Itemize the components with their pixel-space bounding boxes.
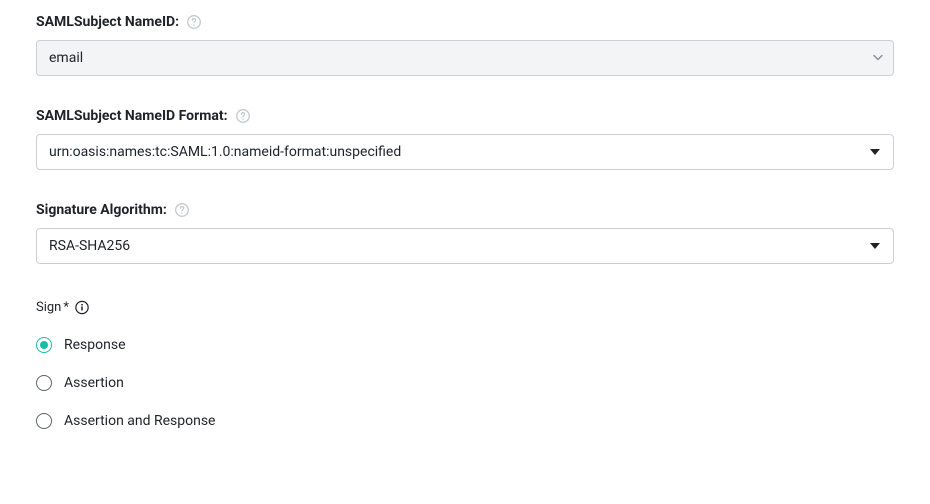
select-control: urn:oasis:names:tc:SAML:1.0:nameid-forma… — [36, 134, 894, 170]
label-row: SAMLSubject NameID: — [36, 14, 894, 30]
field-sign: Sign* Response Assertion Assertion and R… — [36, 300, 894, 429]
radio-option-assertion-and-response[interactable]: Assertion and Response — [36, 413, 894, 429]
nameid-label: SAMLSubject NameID: — [36, 14, 179, 30]
required-asterisk: * — [63, 300, 69, 315]
select-control: RSA-SHA256 — [36, 228, 894, 264]
help-icon[interactable] — [175, 203, 189, 217]
help-icon[interactable] — [187, 15, 201, 29]
field-nameid-format: SAMLSubject NameID Format: urn:oasis:nam… — [36, 108, 894, 170]
nameid-select[interactable]: email — [36, 40, 894, 76]
nameid-format-value: urn:oasis:names:tc:SAML:1.0:nameid-forma… — [49, 144, 401, 160]
select-control: email — [36, 40, 894, 76]
info-icon[interactable] — [75, 301, 89, 315]
help-icon[interactable] — [236, 109, 250, 123]
sign-label: Sign* — [36, 300, 69, 315]
nameid-format-label: SAMLSubject NameID Format: — [36, 108, 228, 124]
radio-label: Assertion and Response — [64, 413, 215, 429]
field-signature-algorithm: Signature Algorithm: RSA-SHA256 — [36, 202, 894, 264]
radio-label: Assertion — [64, 375, 124, 391]
signature-algorithm-value: RSA-SHA256 — [49, 238, 130, 254]
signature-algorithm-label: Signature Algorithm: — [36, 202, 167, 218]
label-row: Signature Algorithm: — [36, 202, 894, 218]
nameid-value: email — [49, 50, 83, 66]
sign-label-text: Sign — [36, 300, 61, 315]
signature-algorithm-select[interactable]: RSA-SHA256 — [36, 228, 894, 264]
radio-button — [36, 337, 52, 353]
nameid-format-select[interactable]: urn:oasis:names:tc:SAML:1.0:nameid-forma… — [36, 134, 894, 170]
radio-button — [36, 413, 52, 429]
sign-label-row: Sign* — [36, 300, 894, 315]
label-row: SAMLSubject NameID Format: — [36, 108, 894, 124]
radio-option-assertion[interactable]: Assertion — [36, 375, 894, 391]
radio-label: Response — [64, 337, 126, 353]
radio-button — [36, 375, 52, 391]
field-nameid: SAMLSubject NameID: email — [36, 14, 894, 76]
radio-option-response[interactable]: Response — [36, 337, 894, 353]
